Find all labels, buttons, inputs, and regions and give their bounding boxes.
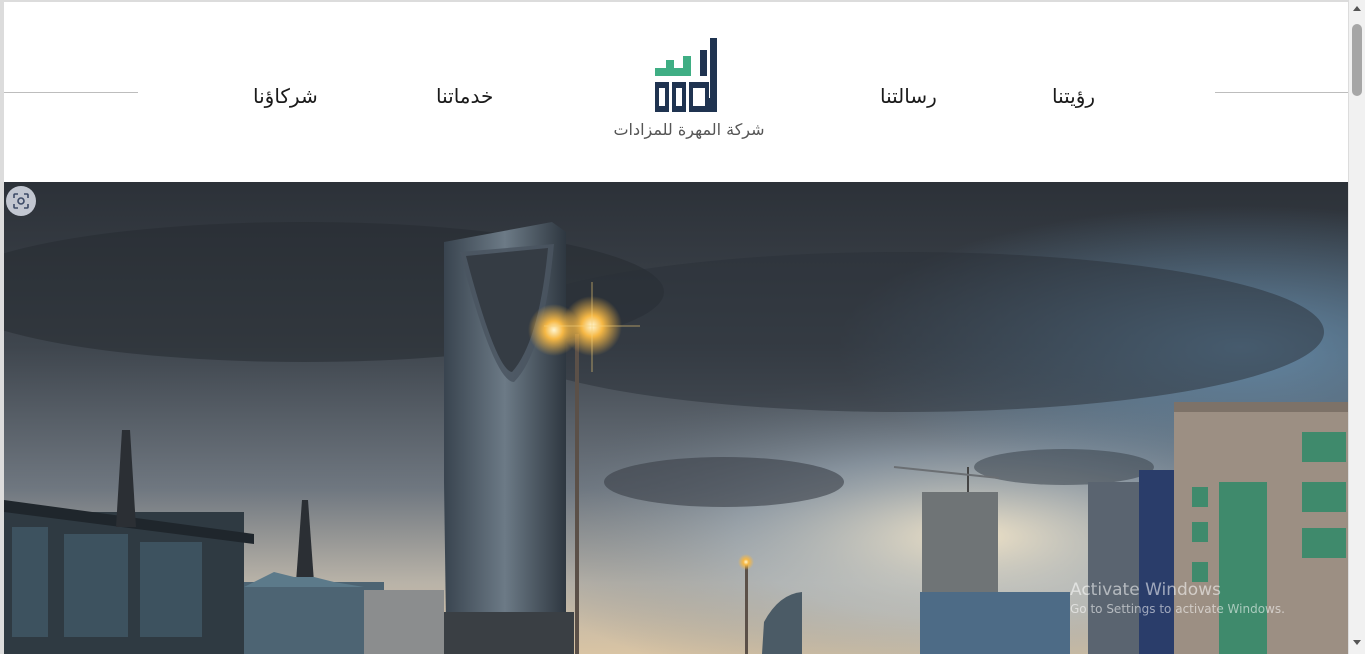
google-lens-icon xyxy=(13,193,29,209)
scroll-down-arrow-icon[interactable] xyxy=(1353,640,1361,645)
logo-company-name: شركة المهرة للمزادات xyxy=(613,120,765,139)
logo-mark-icon xyxy=(655,38,717,112)
nav-link-vision[interactable]: رؤيتنا xyxy=(1052,84,1095,108)
nav-link-mission[interactable]: رسالتنا xyxy=(880,84,937,108)
scroll-up-arrow-icon[interactable] xyxy=(1353,6,1361,11)
google-lens-button[interactable] xyxy=(6,186,36,216)
page-viewport: رؤيتنا رسالتنا شركة المهرة للمزادات خدما… xyxy=(4,2,1348,654)
nav-link-services[interactable]: خدماتنا xyxy=(436,84,493,108)
nav-link-partners[interactable]: شركاؤنا xyxy=(253,84,318,108)
site-header: رؤيتنا رسالتنا شركة المهرة للمزادات خدما… xyxy=(4,2,1348,182)
vertical-scrollbar[interactable] xyxy=(1349,0,1365,654)
watermark-subtitle: Go to Settings to activate Windows. xyxy=(1070,602,1285,616)
scroll-thumb[interactable] xyxy=(1352,24,1362,96)
site-logo[interactable]: شركة المهرة للمزادات xyxy=(604,36,774,150)
windows-activation-watermark: Activate Windows Go to Settings to activ… xyxy=(1070,580,1285,616)
header-divider-right xyxy=(1215,92,1348,93)
header-divider-left xyxy=(4,92,138,93)
watermark-title: Activate Windows xyxy=(1070,580,1221,600)
